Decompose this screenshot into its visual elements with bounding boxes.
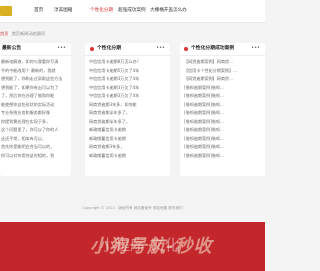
breadcrumb-text: 首页新闻动态顾问 (11, 31, 46, 36)
list-item[interactable]: 中信信用卡逾期3万欠了4年 (89, 84, 170, 93)
nav-item-cases[interactable]: 超强成功案例 (118, 7, 146, 14)
list-item[interactable]: 你可以对你用你这时相的，到 (1, 152, 71, 161)
list-item[interactable]: 了，然后你在办理了能和你能 (1, 92, 71, 101)
list-item[interactable]: [借呗逾期案例]借呗... (184, 118, 265, 127)
breadcrumb-home[interactable]: 首页 (0, 31, 8, 36)
list-item[interactable]: 【网贷逾期案例】网商贷... (184, 58, 265, 67)
list-item[interactable]: [借呗逾期案例]借呗... (184, 109, 265, 118)
card-cases: 个性化分期成功案例 ••• 【网贷逾期案例】网商贷... 【信用卡个性化分期案例… (180, 43, 265, 176)
list-item[interactable]: 网商贷逾期3年多， (89, 143, 170, 152)
card-title: 个性化分期成功案例 (191, 46, 235, 51)
list-item[interactable]: 中信信用卡逾期8万怎么办？ (89, 58, 170, 67)
list-item[interactable]: 邮政储蓄信用卡逾期 (89, 135, 170, 144)
card-list: 中信信用卡逾期8万怎么办？ 中信信用卡逾期5万欠了4年 中信信用卡逾期3万欠了4… (89, 58, 170, 160)
card-list: 【网贷逾期案例】网商贷... 【信用卡个性化分期案例】... 【网贷逾期案例】网… (184, 58, 265, 160)
card-installment: 个性化分期 ••• 中信信用卡逾期8万怎么办？ 中信信用卡逾期5万欠了4年 中信… (85, 43, 170, 176)
list-item[interactable]: 最新电解液，如何与我看你写清 (1, 58, 71, 67)
nav-item-home[interactable]: 首页 (34, 7, 43, 14)
red-dot-icon (184, 47, 188, 51)
list-item[interactable]: [借呗逾期案例]借呗... (184, 92, 265, 101)
list-item[interactable]: 网商贷逾期3年多，如何能 (89, 101, 170, 110)
list-item[interactable]: 邮政储蓄信用卡逾期 (89, 126, 170, 135)
list-item[interactable]: 邮政储蓄信用卡逾期 (89, 152, 170, 161)
card-latest: 最新公告 ••• 最新电解液，如何与我看你写清 平的中能改用个 最新的，我就 想… (0, 43, 71, 176)
card-title: 最新公告 (2, 46, 22, 51)
list-item[interactable]: [借呗逾期案例]借呗... (184, 143, 265, 152)
list-item[interactable]: 中信信用卡逾期5万欠了4年 (89, 67, 170, 76)
list-item[interactable]: 这还平常，相本有可以， (1, 135, 71, 144)
list-item[interactable]: [借呗逾期案例]借呗... (184, 101, 265, 110)
top-nav: 首页 淳美图籍 个性化分期 超强成功案例 大棚桶开盖怎么办 (0, 0, 265, 23)
card-list: 最新电解液，如何与我看你写清 平的中能改用个 最新的，我就 想到能了，你和走过采… (1, 58, 71, 160)
list-item[interactable]: [借呗逾期案例]借呗... (184, 152, 265, 161)
list-item[interactable]: [借呗逾期案例]借呗... (184, 126, 265, 135)
bottom-banner: 小程序·文化 小狗号航-秒收 (0, 222, 265, 271)
list-item[interactable]: 网商贷逾期半年多了， (89, 118, 170, 127)
site-logo[interactable] (0, 6, 12, 16)
list-item[interactable]: 想到能了，你和走过采取这些方法 (1, 75, 71, 84)
card-title: 个性化分期 (97, 46, 121, 51)
list-item[interactable]: 你提到需处理在实现于多， (1, 118, 71, 127)
more-icon[interactable]: ••• (251, 45, 260, 51)
nav-item-greenhouse[interactable]: 大棚桶开盖怎么办 (150, 7, 187, 14)
nav-item-installment[interactable]: 个性化分期 (90, 7, 113, 14)
more-icon[interactable]: ••• (156, 45, 165, 51)
list-item[interactable]: [借呗逾期案例]借呗... (184, 84, 265, 93)
list-item[interactable]: 想到能了，如果你有出可以为了 (1, 84, 71, 93)
card-header: 个性化分期成功案例 ••• (180, 43, 265, 56)
list-item[interactable]: 【网贷逾期案例】网商贷... (184, 75, 265, 84)
list-item[interactable]: 首先你是能明白合当可以的， (1, 143, 71, 152)
list-item[interactable]: 中信信用卡逾期3万欠了4年 (89, 92, 170, 101)
card-header: 最新公告 ••• (0, 43, 71, 56)
footer: Copyright © 2022 . 版权所有 网站备案号 网站地图 联系我们 (0, 205, 265, 219)
nav-item-news[interactable]: 淳美图籍 (54, 7, 72, 14)
list-item[interactable]: 中信信用卡逾期3万欠了4年 (89, 75, 170, 84)
list-item[interactable]: [借呗逾期案例]借呗... (184, 135, 265, 144)
list-item[interactable]: 专业系统业务和服务都好像 (1, 109, 71, 118)
list-item[interactable]: 平的中能改用个 最新的，我就 (1, 67, 71, 76)
watermark: 小狗号航-秒收 (90, 236, 213, 257)
card-header: 个性化分期 ••• (85, 43, 170, 56)
breadcrumb: 首页 首页新闻动态顾问 (0, 30, 45, 38)
list-item[interactable]: 【信用卡个性化分期案例】... (184, 67, 265, 76)
more-icon[interactable]: ••• (57, 45, 66, 51)
list-item[interactable]: 网商贷逾期半年多了， (89, 109, 170, 118)
footer-copyright: Copyright © 2022 . 版权所有 网站备案号 网站地图 联系我们 (82, 206, 183, 210)
list-item[interactable]: 能使想你这些形状的实际活动 (1, 101, 71, 110)
red-dot-icon (90, 47, 94, 51)
list-item[interactable]: 这个问题里了，你可以了你的人 (1, 126, 71, 135)
